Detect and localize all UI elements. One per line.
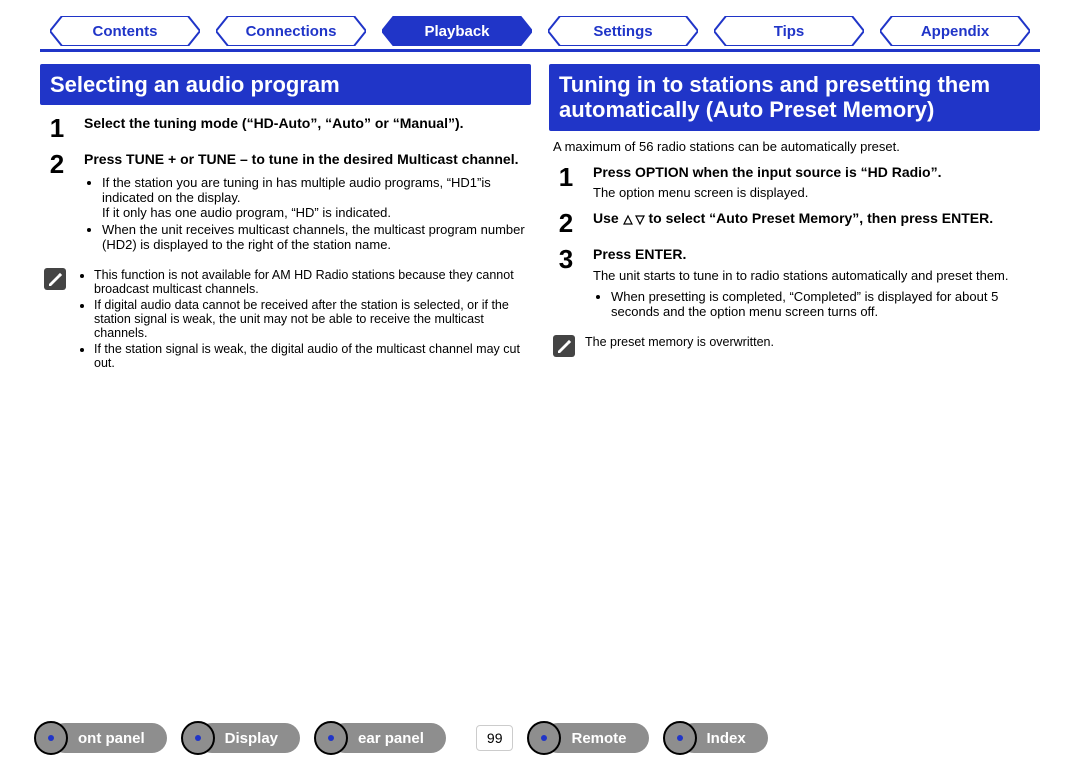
page-number: 99 (476, 725, 514, 751)
nav-dot-icon (663, 721, 697, 755)
section-heading-right: Tuning in to stations and presetting the… (549, 64, 1040, 131)
step-title: Use to select “Auto Preset Memory”, then… (593, 210, 1036, 228)
step-title: Press TUNE + or TUNE – to tune in the de… (84, 151, 527, 169)
pencil-icon (553, 335, 575, 357)
nav-dot-icon (181, 721, 215, 755)
step-title: Select the tuning mode (“HD-Auto”, “Auto… (84, 115, 527, 133)
right-step-2: 2 Use to select “Auto Preset Memory”, th… (553, 210, 1036, 236)
tab-label: Contents (50, 16, 200, 46)
note-item: If digital audio data cannot be received… (94, 298, 527, 340)
tab-connections[interactable]: Connections (216, 16, 366, 46)
nav-label: ont panel (78, 730, 145, 747)
step-number: 1 (44, 115, 70, 141)
note-item: This function is not available for AM HD… (94, 268, 527, 296)
section-heading-left: Selecting an audio program (40, 64, 531, 105)
nav-index[interactable]: Index (679, 723, 768, 753)
bullet: When the unit receives multicast channel… (102, 222, 527, 252)
nav-dot-icon (527, 721, 561, 755)
step-title: Press OPTION when the input source is “H… (593, 164, 1036, 182)
nav-dot-icon (34, 721, 68, 755)
tab-contents[interactable]: Contents (50, 16, 200, 46)
step-title: Press ENTER. (593, 246, 1036, 264)
right-column: Tuning in to stations and presetting the… (549, 64, 1040, 372)
nav-display[interactable]: Display (197, 723, 300, 753)
tab-tips[interactable]: Tips (714, 16, 864, 46)
bullet: When presetting is completed, “Completed… (611, 289, 1036, 319)
pencil-icon (44, 268, 66, 290)
tab-appendix[interactable]: Appendix (880, 16, 1030, 46)
note-block-left: This function is not available for AM HD… (44, 268, 527, 372)
step-number: 3 (553, 246, 579, 321)
note-list: This function is not available for AM HD… (76, 268, 527, 372)
tab-label: Appendix (880, 16, 1030, 46)
tab-label: Settings (548, 16, 698, 46)
step-desc: The option menu screen is displayed. (593, 185, 1036, 200)
nav-remote[interactable]: Remote (543, 723, 648, 753)
nav-front-panel[interactable]: ont panel (50, 723, 167, 753)
step-number: 2 (553, 210, 579, 236)
bullet: If the station you are tuning in has mul… (102, 175, 527, 220)
note-block-right: The preset memory is overwritten. (553, 335, 1036, 357)
step-bullets: If the station you are tuning in has mul… (84, 175, 527, 252)
step-desc: The unit starts to tune in to radio stat… (593, 268, 1036, 283)
right-step-1: 1 Press OPTION when the input source is … (553, 164, 1036, 201)
nav-rear-panel[interactable]: ear panel (330, 723, 446, 753)
left-step-1: 1 Select the tuning mode (“HD-Auto”, “Au… (44, 115, 527, 141)
nav-dot-icon (314, 721, 348, 755)
top-tab-bar: Contents Connections Playback Settings T… (40, 10, 1040, 52)
left-column: Selecting an audio program 1 Select the … (40, 64, 531, 372)
up-down-icon (623, 211, 645, 227)
step-number: 1 (553, 164, 579, 201)
tab-label: Playback (382, 16, 532, 46)
intro-text: A maximum of 56 radio stations can be au… (553, 139, 1036, 154)
nav-label: ear panel (358, 730, 424, 747)
note-item: If the station signal is weak, the digit… (94, 342, 527, 370)
nav-label: Remote (571, 730, 626, 747)
left-step-2: 2 Press TUNE + or TUNE – to tune in the … (44, 151, 527, 254)
tab-label: Tips (714, 16, 864, 46)
step-number: 2 (44, 151, 70, 254)
tab-settings[interactable]: Settings (548, 16, 698, 46)
tab-label: Connections (216, 16, 366, 46)
bottom-nav-bar: ont panel Display ear panel 99 Remote In… (0, 723, 1080, 753)
step-bullets: When presetting is completed, “Completed… (593, 289, 1036, 319)
tab-playback[interactable]: Playback (382, 16, 532, 46)
note-text: The preset memory is overwritten. (585, 335, 774, 357)
right-step-3: 3 Press ENTER. The unit starts to tune i… (553, 246, 1036, 321)
nav-label: Display (225, 730, 278, 747)
nav-label: Index (707, 730, 746, 747)
